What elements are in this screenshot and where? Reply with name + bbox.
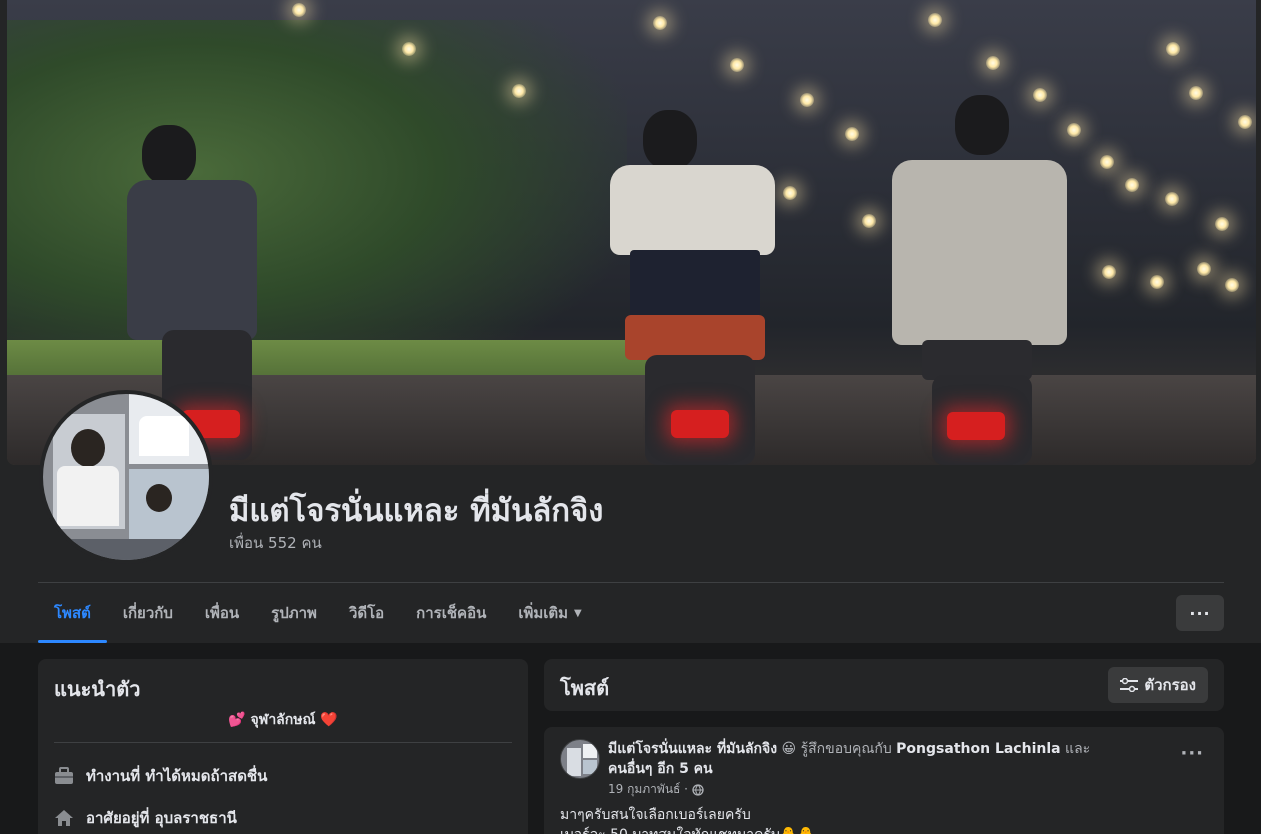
intro-lives-text[interactable]: อาศัยอยู่ที่ อุบลราชธานี: [86, 806, 237, 830]
filter-label: ตัวกรอง: [1144, 676, 1196, 694]
tab-label: วิดีโอ: [348, 604, 385, 622]
intro-card: แนะนำตัว 💕 จุฬาลักษณ์ ❤️ ทำงานที่ ทำได้ห…: [38, 659, 528, 834]
intro-title: แนะนำตัว: [54, 677, 141, 701]
more-options-button[interactable]: ···: [1176, 595, 1224, 631]
tab-posts[interactable]: โพสต์: [38, 583, 107, 643]
street-light: [402, 42, 416, 56]
tagged-others[interactable]: คนอื่นๆ อีก 5 คน: [608, 761, 713, 777]
street-light: [986, 56, 1000, 70]
filter-button[interactable]: ตัวกรอง: [1108, 667, 1208, 703]
profile-name: มีแต่โจรนั่นแหละ ที่มันลักจิง: [229, 493, 604, 529]
street-light: [845, 127, 859, 141]
street-light: [1067, 123, 1081, 137]
caret-down-icon: ▼: [574, 607, 582, 619]
street-light: [1215, 217, 1229, 231]
home-icon: [54, 808, 74, 828]
post-and-text: และ: [1065, 741, 1091, 757]
street-light: [1197, 262, 1211, 276]
tab-videos[interactable]: วิดีโอ: [333, 583, 400, 643]
post-text-line: เบอร์ละ 50 บาทสนใจทักแชทมาครับ🐥🐥: [560, 825, 815, 834]
filter-sliders-icon: [1120, 678, 1139, 692]
street-light: [292, 3, 306, 17]
street-light: [1238, 115, 1252, 129]
posts-title: โพสต์: [560, 676, 610, 700]
tab-label: เกี่ยวกับ: [122, 604, 173, 622]
feeling-emoji: 😀: [781, 741, 797, 757]
street-light: [1150, 275, 1164, 289]
street-light: [653, 16, 667, 30]
post-date[interactable]: 19 กุมภาพันธ์ ·: [608, 780, 688, 799]
tab-label: เพื่อน: [204, 604, 240, 622]
profile-avatar[interactable]: [39, 390, 213, 564]
post-card: มีแต่โจรนั่นแหละ ที่มันลักจิง 😀 รู้สึกขอ…: [544, 727, 1224, 834]
tab-about[interactable]: เกี่ยวกับ: [107, 583, 189, 643]
street-light: [800, 93, 814, 107]
tab-label: รูปภาพ: [271, 604, 317, 622]
post-author-avatar[interactable]: [560, 739, 600, 779]
street-light: [928, 13, 942, 27]
profile-header: มีแต่โจรนั่นแหละ ที่มันลักจิง เพื่อน 552…: [0, 0, 1261, 643]
tagged-person[interactable]: Pongsathon Lachinla: [896, 741, 1060, 757]
street-light: [783, 186, 797, 200]
tab-friends[interactable]: เพื่อน: [189, 583, 255, 643]
tab-label: โพสต์: [54, 604, 91, 622]
tab-photos[interactable]: รูปภาพ: [255, 583, 333, 643]
street-light: [1125, 178, 1139, 192]
street-light: [1100, 155, 1114, 169]
intro-work-text[interactable]: ทำงานที่ ทำได้หมดถ้าสดชื่น: [86, 764, 267, 788]
post-body: มาๆครับสนใจเลือกเบอร์เลยครับ เบอร์ละ 50 …: [560, 805, 815, 834]
post-text-line: มาๆครับสนใจเลือกเบอร์เลยครับ: [560, 807, 751, 823]
profile-tabs: โพสต์ เกี่ยวกับ เพื่อน รูปภาพ วิดีโอ การ…: [38, 583, 598, 643]
tab-checkins[interactable]: การเช็คอิน: [400, 583, 502, 643]
street-light: [1033, 88, 1047, 102]
posts-header-card: โพสต์ ตัวกรอง: [544, 659, 1224, 711]
intro-lives-row: อาศัยอยู่ที่ อุบลราชธานี: [54, 806, 237, 830]
tab-more[interactable]: เพิ่มเติม ▼: [502, 583, 597, 643]
intro-divider: [54, 742, 512, 743]
post-timestamp: 19 กุมภาพันธ์ ·: [608, 780, 704, 799]
friends-count[interactable]: เพื่อน 552 คน: [229, 531, 322, 555]
tab-label: การเช็คอิน: [416, 604, 487, 622]
street-light: [1102, 265, 1116, 279]
street-light: [862, 214, 876, 228]
street-light: [1189, 86, 1203, 100]
tab-label: เพิ่มเติม: [518, 604, 569, 622]
street-light: [512, 84, 526, 98]
post-options-icon[interactable]: ···: [1180, 743, 1204, 764]
post-author-name[interactable]: มีแต่โจรนั่นแหละ ที่มันลักจิง: [608, 741, 777, 757]
street-light: [1225, 278, 1239, 292]
briefcase-icon: [54, 766, 74, 786]
post-header-text: มีแต่โจรนั่นแหละ ที่มันลักจิง 😀 รู้สึกขอ…: [608, 739, 1108, 779]
post-feeling-text: รู้สึกขอบคุณกับ: [800, 741, 892, 757]
intro-bio: 💕 จุฬาลักษณ์ ❤️: [228, 712, 338, 728]
intro-work-row: ทำงานที่ ทำได้หมดถ้าสดชื่น: [54, 764, 267, 788]
globe-icon: [692, 783, 704, 796]
street-light: [730, 58, 744, 72]
street-light: [1165, 192, 1179, 206]
street-light: [1166, 42, 1180, 56]
